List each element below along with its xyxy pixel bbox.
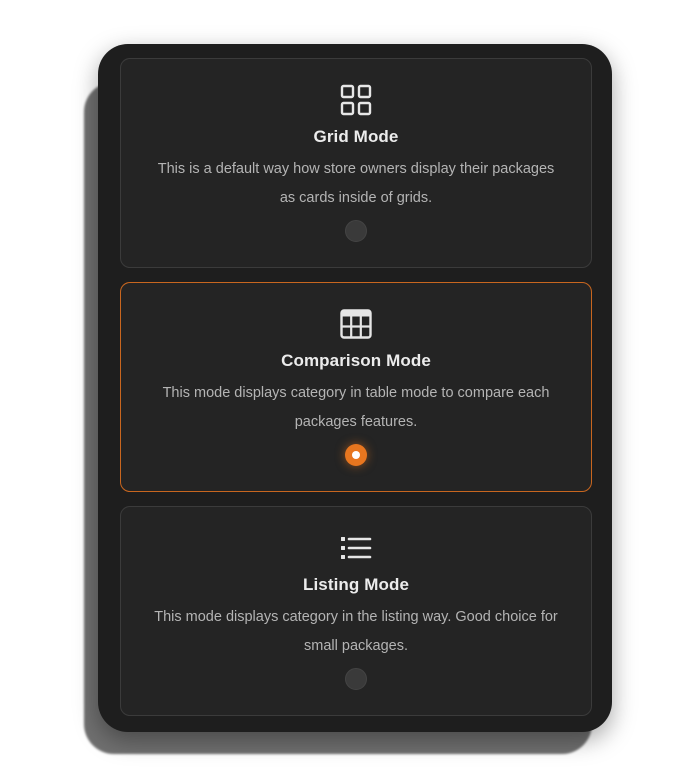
display-mode-panel: Grid Mode This is a default way how stor…: [98, 44, 612, 732]
comparison-mode-option[interactable]: Comparison Mode This mode displays categ…: [120, 282, 592, 492]
comparison-mode-radio[interactable]: [345, 444, 367, 466]
listing-mode-option[interactable]: Listing Mode This mode displays category…: [120, 506, 592, 716]
list-icon: [341, 537, 372, 559]
grid-mode-option[interactable]: Grid Mode This is a default way how stor…: [120, 58, 592, 268]
comparison-mode-description: This mode displays category in table mod…: [162, 385, 550, 430]
comparison-mode-title: Comparison Mode: [281, 351, 431, 370]
listing-mode-radio[interactable]: [345, 668, 367, 690]
grid-mode-description: This is a default way how store owners d…: [157, 161, 555, 206]
grid-icon: [340, 84, 372, 116]
listing-mode-title: Listing Mode: [302, 575, 410, 594]
listing-mode-description: This mode displays category in the listi…: [154, 609, 558, 654]
grid-mode-radio[interactable]: [345, 220, 367, 242]
table-icon: [340, 309, 372, 339]
grid-mode-title: Grid Mode: [313, 127, 399, 146]
